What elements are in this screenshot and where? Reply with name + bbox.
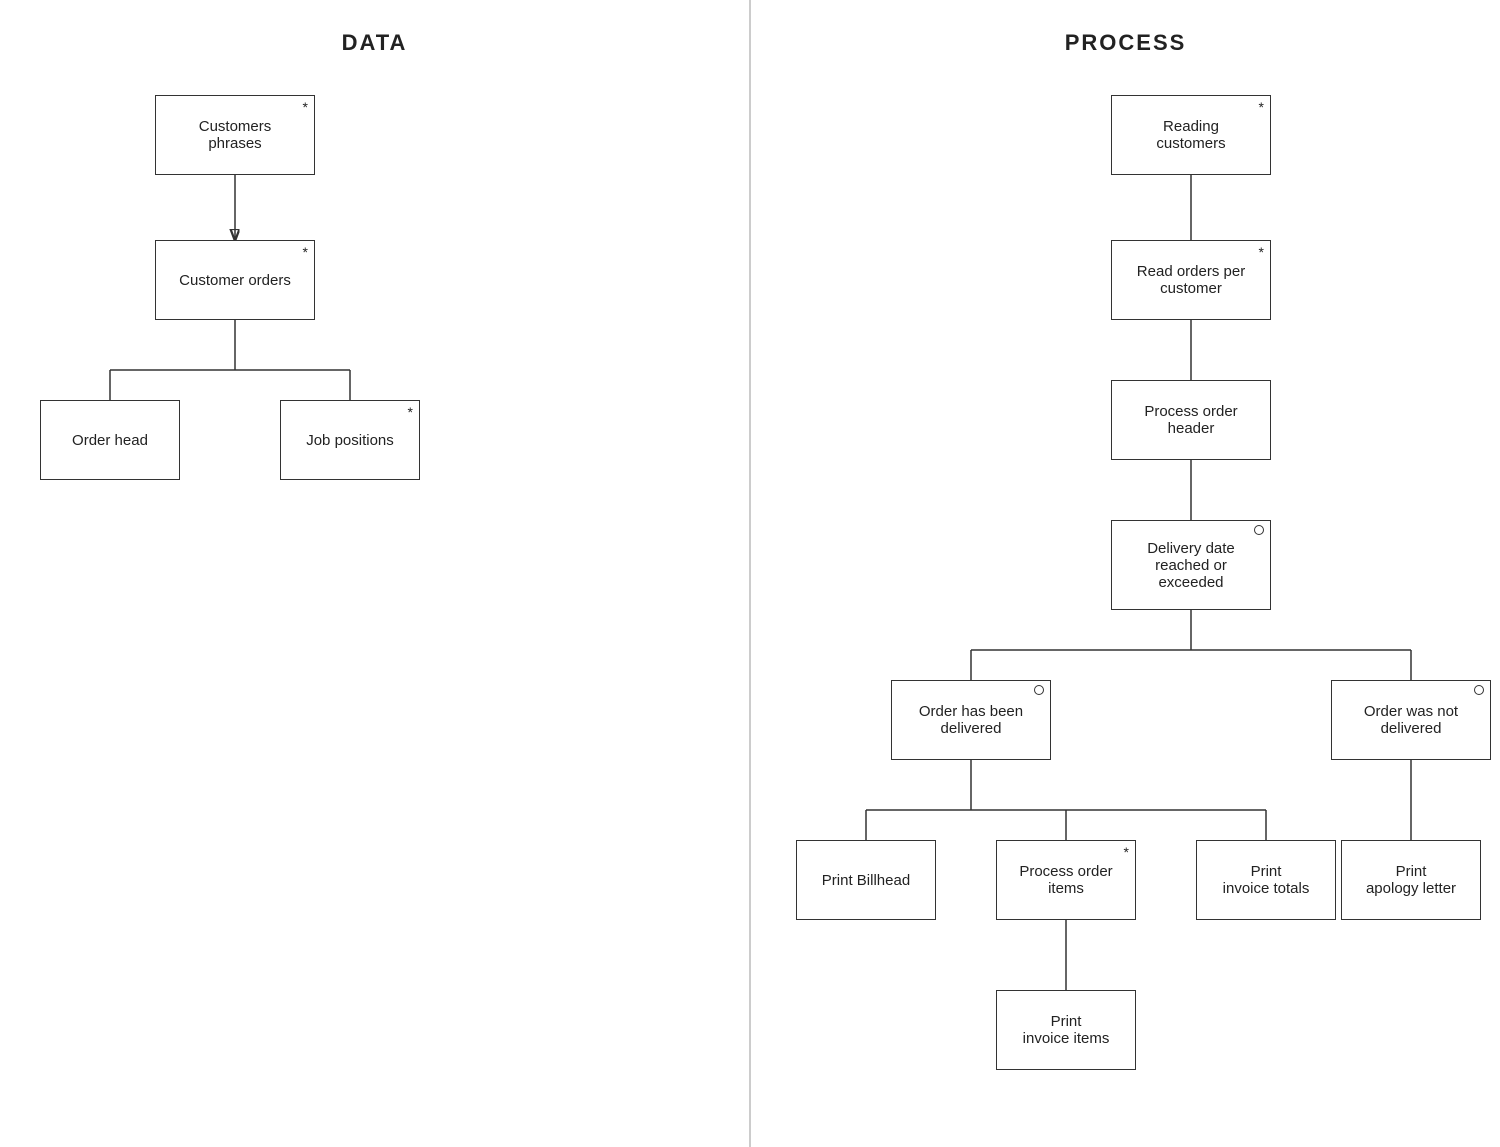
star-process-order-items: * <box>1124 844 1129 860</box>
label-customer-orders: Customer orders <box>179 272 291 289</box>
label-print-billhead: Print Billhead <box>822 872 910 889</box>
node-print-invoice-totals: Printinvoice totals <box>1196 840 1336 920</box>
node-delivery-date: Delivery datereached orexceeded <box>1111 520 1271 610</box>
circle-order-not-delivered <box>1474 685 1484 695</box>
node-customer-orders: * Customer orders <box>155 240 315 320</box>
label-print-invoice-items: Printinvoice items <box>1023 1013 1110 1047</box>
star-job-positions: * <box>408 404 413 420</box>
label-read-orders: Read orders percustomer <box>1137 263 1245 297</box>
node-print-invoice-items: Printinvoice items <box>996 990 1136 1070</box>
label-delivery-date: Delivery datereached orexceeded <box>1147 540 1235 591</box>
label-process-order-items: Process orderitems <box>1019 863 1112 897</box>
node-process-order-items: * Process orderitems <box>996 840 1136 920</box>
left-panel-lines <box>0 0 749 1147</box>
star-reading-customers: * <box>1259 99 1264 115</box>
diagram-container: DATA * Customersphrases * <box>0 0 1500 1147</box>
right-panel-title: PROCESS <box>751 30 1500 56</box>
label-process-order-header: Process orderheader <box>1144 403 1237 437</box>
star-customers-phrases: * <box>303 99 308 115</box>
right-panel: PROCESS <box>751 0 1500 1147</box>
star-read-orders: * <box>1259 244 1264 260</box>
node-reading-customers: * Readingcustomers <box>1111 95 1271 175</box>
label-order-not-delivered: Order was notdelivered <box>1364 703 1458 737</box>
node-customers-phrases: * Customersphrases <box>155 95 315 175</box>
circle-order-delivered <box>1034 685 1044 695</box>
node-order-not-delivered: Order was notdelivered <box>1331 680 1491 760</box>
label-order-delivered: Order has beendelivered <box>919 703 1023 737</box>
left-panel: DATA * Customersphrases * <box>0 0 749 1147</box>
label-print-invoice-totals: Printinvoice totals <box>1223 863 1310 897</box>
star-customer-orders: * <box>303 244 308 260</box>
node-print-billhead: Print Billhead <box>796 840 936 920</box>
label-print-apology-letter: Printapology letter <box>1366 863 1456 897</box>
node-order-delivered: Order has beendelivered <box>891 680 1051 760</box>
node-process-order-header: Process orderheader <box>1111 380 1271 460</box>
label-customers-phrases: Customersphrases <box>199 118 272 152</box>
node-read-orders: * Read orders percustomer <box>1111 240 1271 320</box>
circle-delivery-date <box>1254 525 1264 535</box>
left-panel-title: DATA <box>0 30 749 56</box>
label-reading-customers: Readingcustomers <box>1156 118 1225 152</box>
node-order-head: Order head <box>40 400 180 480</box>
label-order-head: Order head <box>72 432 148 449</box>
node-job-positions: * Job positions <box>280 400 420 480</box>
label-job-positions: Job positions <box>306 432 394 449</box>
node-print-apology-letter: Printapology letter <box>1341 840 1481 920</box>
